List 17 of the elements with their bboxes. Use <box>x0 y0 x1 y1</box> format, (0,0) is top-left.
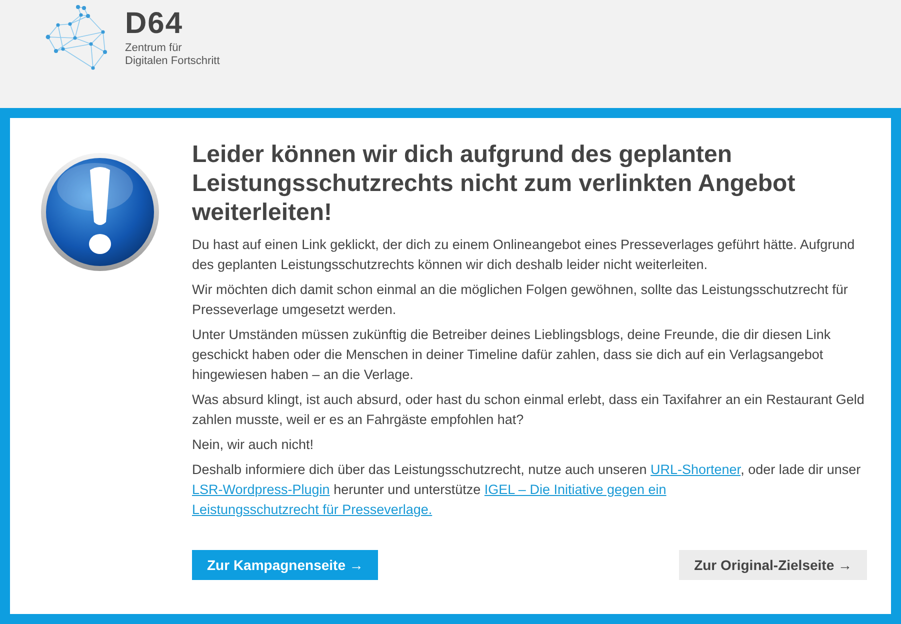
paragraph: Unter Umständen müssen zukünftig die Betreiber deines Lieblingsblogs, deine Freunde, die dir diesen Link geschickt haben oder die Menschen in deiner Timeline dafür zahlen, dass sie dich auf ein Verlagsangebot hingewiesen haben – an die Verlage. <box>192 326 832 384</box>
original-page-button[interactable]: Zur Original-Zielseite → <box>679 550 867 580</box>
exclamation-icon <box>40 152 160 272</box>
text-link[interactable]: IGEL – Die Initiative gegen ein <box>484 482 666 497</box>
notice-heading: Leider können wir dich aufgrund des geplanten Leistungsschutzrechts nicht zum verlinkten Angebot weiterleiten! <box>192 140 796 227</box>
paragraph: Du hast auf einen Link geklickt, der dich zu einem Onlineangebot eines Presseverlages geführt hätte. Aufgrund des geplanten Leistungsschutzrechts können wir dich deshalb leider nicht weiterleiten. <box>192 236 856 274</box>
paragraph: Nein, wir auch nicht! <box>192 436 315 454</box>
paragraph: Was absurd klingt, ist auch absurd, oder hast du schon einmal erlebt, dass ein Taxifahrer an ein Restaurant Geld zahlen musste, weil er es an Fahrgäste empfohlen hat? <box>192 391 866 429</box>
paragraph: Wir möchten dich damit schon einmal an die möglichen Folgen gewöhnen, sollte das Leistungsschutzrecht für Presseverlage umgesetzt werden. <box>192 281 849 319</box>
paragraph: Deshalb informiere dich über das Leistungsschutzrecht, nutze auch unseren URL-Shortener, oder lade dir unser LSR-Wordpress-Plugin herunter und unterstütze IGEL – Die Initiative gegen ein Leistungsschutzrecht für Presseverlage. <box>192 461 862 519</box>
text-link[interactable]: LSR-Wordpress-Plugin <box>192 482 330 497</box>
logo-subtitle: Digitalen Fortschritt <box>125 55 220 68</box>
text-link[interactable]: URL-Shortener <box>650 462 741 477</box>
logo-subtitle: Zentrum für <box>125 42 183 55</box>
campaign-button[interactable]: Zur Kampagnenseite → <box>192 550 378 580</box>
logo-title: D64 <box>125 8 184 40</box>
text-link[interactable]: Leistungsschutzrecht für Presseverlage. <box>192 502 432 517</box>
